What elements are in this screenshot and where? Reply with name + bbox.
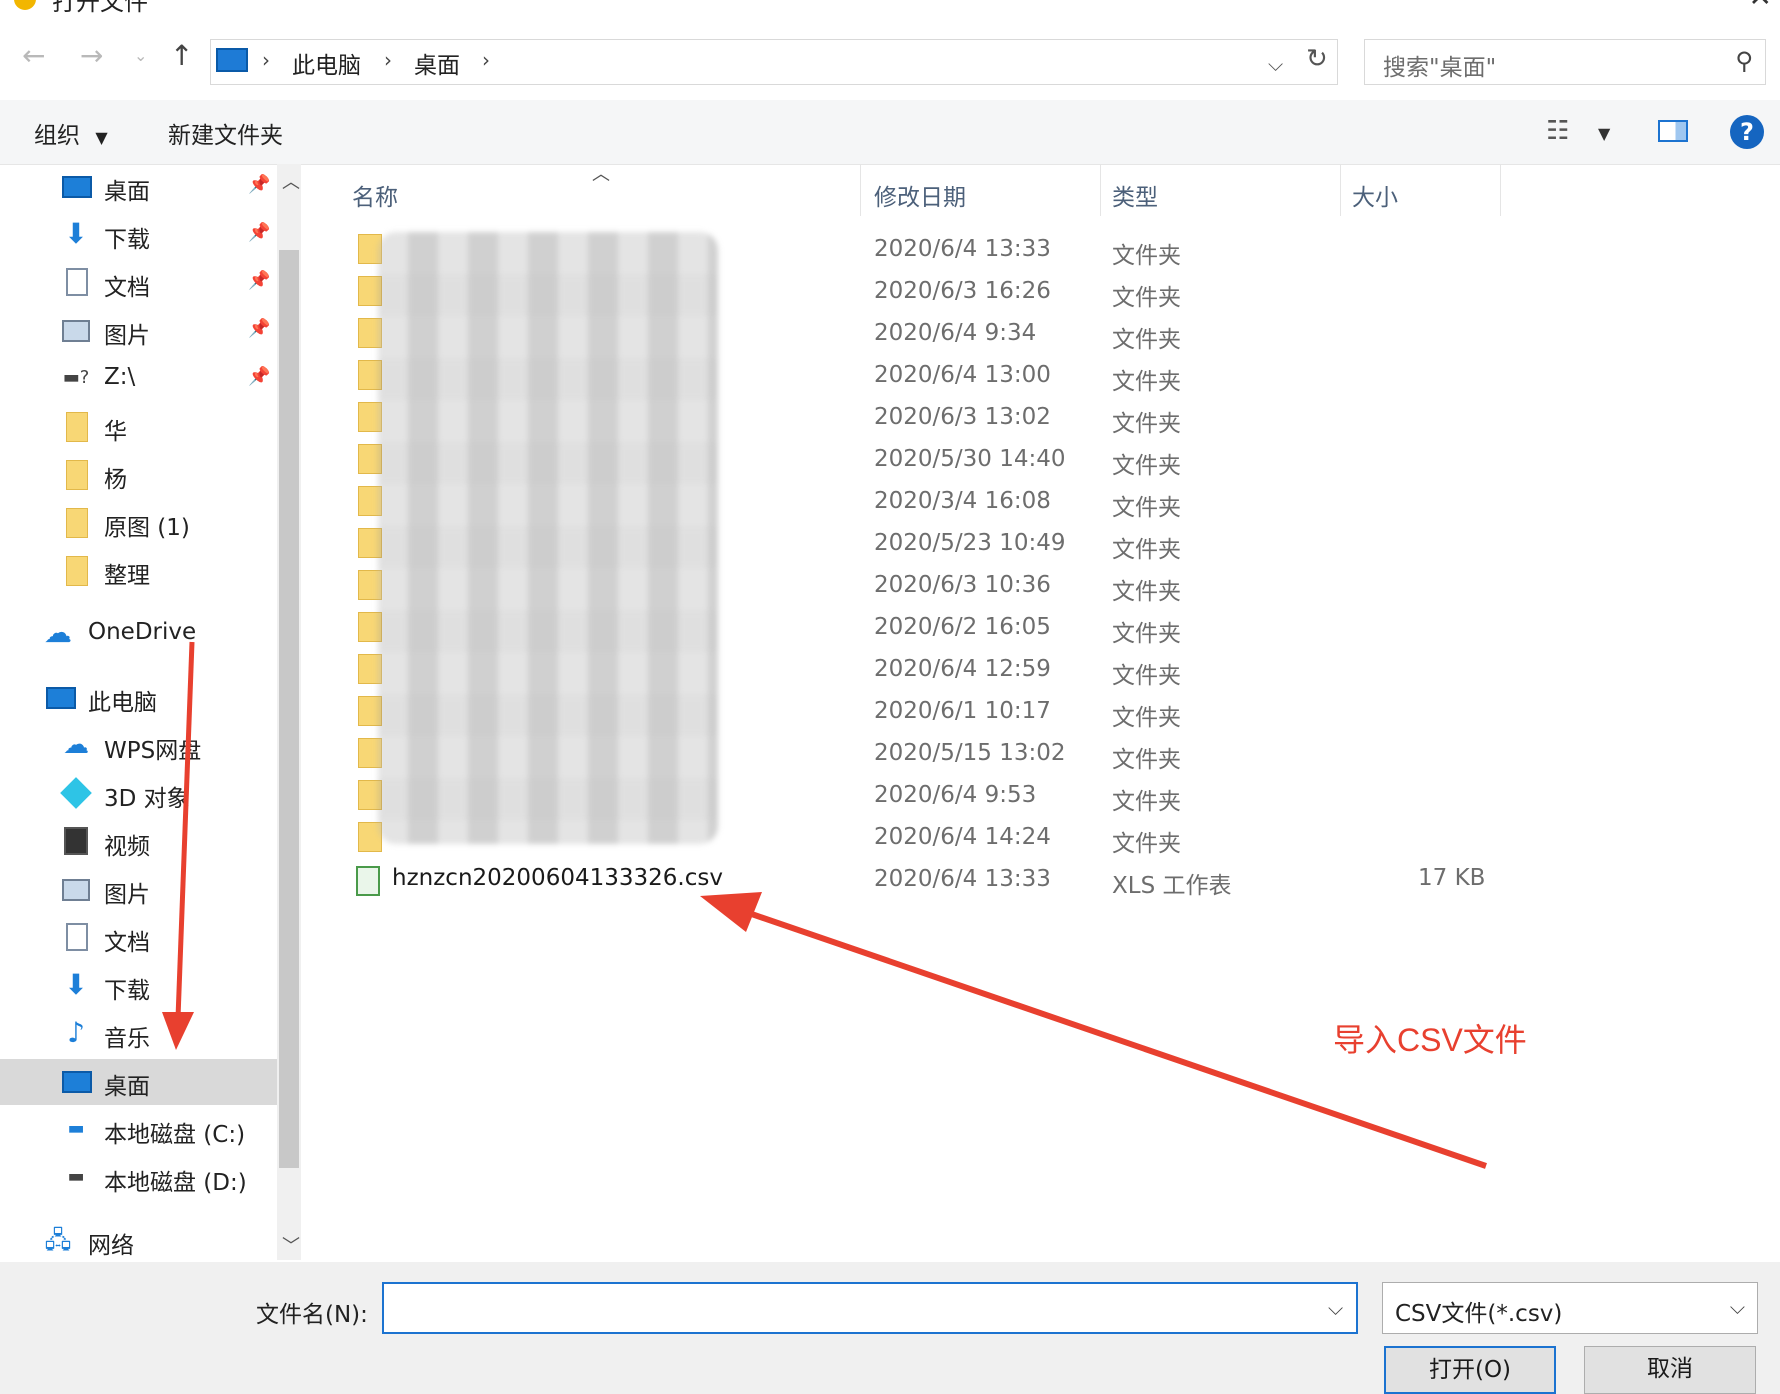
annotation-text: 导入CSV文件	[1333, 1022, 1527, 1058]
filename-input[interactable]	[382, 1282, 1358, 1334]
filename-label: 文件名(N):	[256, 1302, 368, 1328]
open-button[interactable]: 打开(O)	[1384, 1346, 1556, 1394]
annotation-arrow-head	[700, 892, 762, 932]
chevron-down-icon: ⌵	[1729, 1295, 1745, 1319]
annotation-arrows	[162, 641, 1487, 1169]
filetype-select[interactable]: CSV文件(*.csv) ⌵	[1382, 1282, 1758, 1334]
cancel-button[interactable]: 取消	[1584, 1346, 1756, 1394]
filetype-label: CSV文件(*.csv)	[1395, 1301, 1563, 1327]
filename-dropdown-icon[interactable]: ⌵	[1328, 1296, 1343, 1320]
annotation-arrow-line	[175, 641, 195, 1019]
annotation-arrow-head	[162, 1012, 194, 1050]
